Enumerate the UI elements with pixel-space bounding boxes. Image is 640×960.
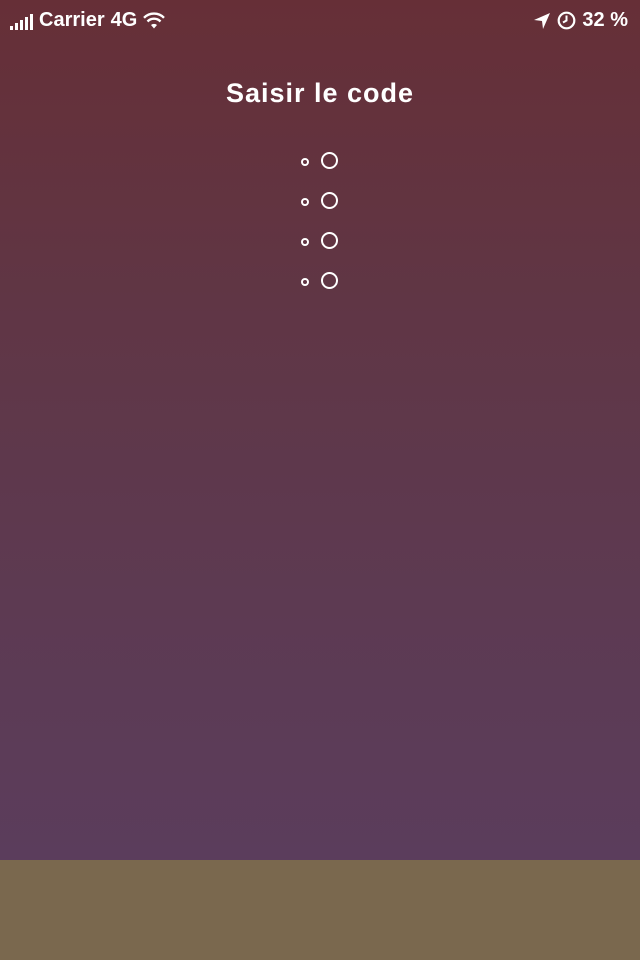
passcode-small-dot xyxy=(301,278,309,286)
status-right: 32 % xyxy=(533,9,628,32)
location-arrow-icon xyxy=(533,12,551,30)
wifi-icon xyxy=(143,11,166,30)
passcode-digit-dot xyxy=(321,272,338,289)
passcode-small-dot xyxy=(301,198,309,206)
passcode-digit-dot xyxy=(321,192,338,209)
passcode-row xyxy=(298,230,348,270)
passcode-row xyxy=(298,270,348,310)
passcode-small-dot xyxy=(301,238,309,246)
status-bar: Carrier 4G 32 % xyxy=(0,0,640,40)
battery-percentage: 32 % xyxy=(582,9,628,31)
passcode-small-dot xyxy=(301,158,309,166)
page-title: Saisir le code xyxy=(225,78,415,108)
passcode-row xyxy=(298,190,348,230)
bottom-bar xyxy=(0,860,640,960)
network-type: 4G xyxy=(110,9,138,31)
alarm-clock-icon xyxy=(557,11,576,30)
carrier-name: Carrier xyxy=(39,9,105,31)
passcode-screen xyxy=(0,0,640,860)
signal-strength-icon xyxy=(10,12,33,30)
passcode-indicators xyxy=(298,150,348,310)
passcode-digit-dot xyxy=(321,152,338,169)
status-left: Carrier 4G xyxy=(10,9,166,32)
passcode-digit-dot xyxy=(321,232,338,249)
passcode-row xyxy=(298,150,348,190)
